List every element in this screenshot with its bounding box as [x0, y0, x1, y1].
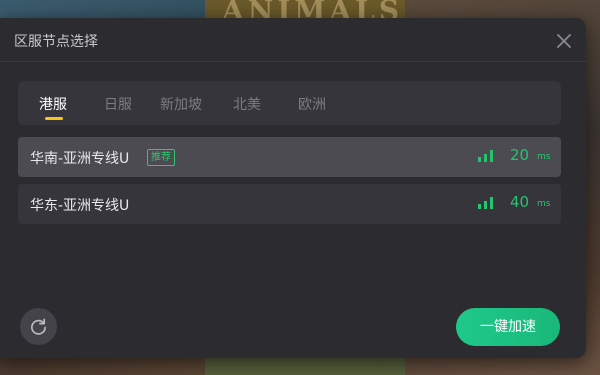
latency-unit: ms	[537, 152, 551, 162]
signal-icon	[478, 150, 493, 162]
recommended-badge: 推荐	[147, 149, 175, 166]
close-icon	[557, 34, 571, 48]
tab-singapore[interactable]: 新加坡	[160, 94, 202, 114]
node-latency: 40	[510, 193, 530, 211]
tab-japan[interactable]: 日服	[104, 94, 132, 114]
node-name: 华东-亚洲专线U	[30, 198, 130, 214]
tab-hk[interactable]: 港服	[39, 94, 67, 114]
tab-north-america[interactable]: 北美	[233, 94, 261, 114]
dialog-title: 区服节点选择	[14, 34, 98, 50]
node-latency: 20	[510, 146, 530, 164]
signal-icon	[478, 197, 493, 209]
refresh-button[interactable]	[20, 308, 57, 345]
latency-unit: ms	[537, 199, 551, 209]
node-row-east-china[interactable]: 华东-亚洲专线U 40 ms	[18, 184, 561, 224]
active-tab-indicator	[45, 117, 63, 120]
one-click-accelerate-button[interactable]: 一键加速	[456, 308, 560, 346]
tab-europe[interactable]: 欧洲	[298, 94, 326, 114]
node-name: 华南-亚洲专线U	[30, 151, 130, 167]
refresh-icon	[31, 318, 47, 335]
close-button[interactable]	[553, 30, 575, 52]
node-row-south-china[interactable]: 华南-亚洲专线U 推荐 20 ms	[18, 137, 561, 177]
region-node-dialog: 区服节点选择 港服 日服 新加坡 北美 欧洲 华南-亚洲专线U 推荐 20 ms…	[0, 18, 586, 358]
title-divider	[0, 61, 586, 62]
region-tabs: 港服 日服 新加坡 北美 欧洲	[18, 81, 561, 125]
